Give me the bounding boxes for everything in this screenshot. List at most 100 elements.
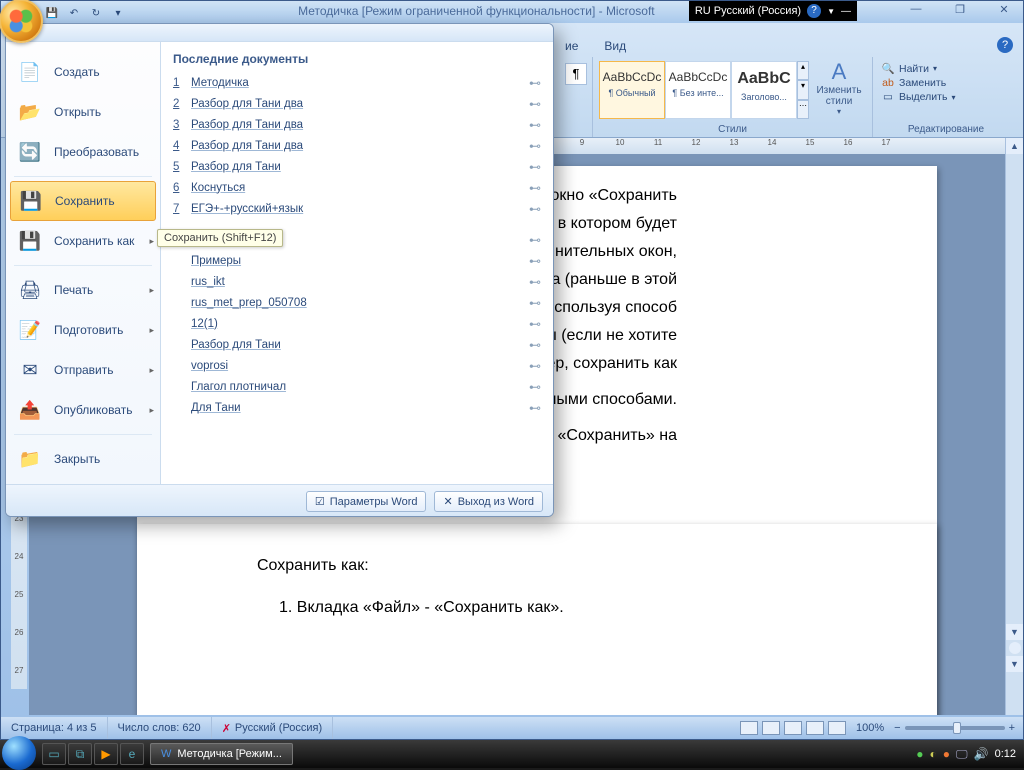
styles-gallery[interactable]: AaBbCcDc ¶ Обычный AaBbCcDc ¶ Без инте..… <box>599 61 809 119</box>
tray-icon[interactable]: ◐ <box>930 747 937 761</box>
tray-clock[interactable]: 0:12 <box>995 748 1016 760</box>
change-styles-button[interactable]: A Изменить стили ▾ <box>815 57 863 116</box>
zoom-in-button[interactable]: + <box>1009 722 1015 734</box>
taskbar-word-button[interactable]: W Методичка [Режим... <box>150 743 293 765</box>
style-no-spacing[interactable]: AaBbCcDc ¶ Без инте... <box>665 61 731 119</box>
menu-prepare[interactable]: 📝Подготовить▸ <box>6 310 160 350</box>
menu-close[interactable]: 📁Закрыть <box>6 439 160 479</box>
ql-media-icon[interactable]: ▶ <box>94 743 118 765</box>
pin-icon[interactable]: ⊷ <box>529 380 541 394</box>
tab-view[interactable]: Вид <box>600 37 630 55</box>
close-button[interactable]: ✕ <box>991 3 1017 16</box>
recent-item[interactable]: rus_ikt⊷ <box>173 271 541 292</box>
recent-item[interactable]: 5Разбор для Тани⊷ <box>173 156 541 177</box>
menu-print[interactable]: 🖨Печать▸ <box>6 270 160 310</box>
zoom-level[interactable]: 100% <box>856 722 884 734</box>
pin-icon[interactable]: ⊷ <box>529 359 541 373</box>
status-language[interactable]: ✗Русский (Россия) <box>212 717 334 739</box>
view-outline[interactable] <box>806 721 824 735</box>
styles-more[interactable]: ▴▾⋯ <box>797 61 809 119</box>
pin-icon[interactable]: ⊷ <box>529 97 541 111</box>
langbar-help-icon[interactable]: ? <box>807 4 821 18</box>
pin-icon[interactable]: ⊷ <box>529 254 541 268</box>
menu-open[interactable]: 📂Открыть <box>6 92 160 132</box>
recent-item[interactable]: 3Разбор для Тани два⊷ <box>173 114 541 135</box>
status-words[interactable]: Число слов: 620 <box>108 717 212 739</box>
office-button[interactable] <box>0 0 43 43</box>
pin-icon[interactable]: ⊷ <box>529 338 541 352</box>
view-print-layout[interactable] <box>740 721 758 735</box>
ql-ie-icon[interactable]: e <box>120 743 144 765</box>
pin-icon[interactable]: ⊷ <box>529 118 541 132</box>
browse-object-icon[interactable] <box>1009 642 1021 654</box>
qat-undo-icon[interactable]: ↶ <box>65 5 83 21</box>
recent-item[interactable]: 7ЕГЭ+-+русский+язык⊷ <box>173 198 541 219</box>
recent-item[interactable]: Разбор для Тани⊷ <box>173 334 541 355</box>
pin-icon[interactable]: ⊷ <box>529 401 541 415</box>
menu-save-as[interactable]: 💾Сохранить как▸ <box>6 221 160 261</box>
find-icon: 🔍 <box>881 62 895 75</box>
language-bar[interactable]: RU Русский (Россия) ? ▼ — <box>689 1 857 21</box>
ql-switch-icon[interactable]: ⧉ <box>68 743 92 765</box>
ql-desktop-icon[interactable]: ▭ <box>42 743 66 765</box>
zoom-out-button[interactable]: − <box>894 722 900 734</box>
menu-save[interactable]: 💾Сохранить <box>10 181 156 221</box>
word-options-button[interactable]: ☑Параметры Word <box>306 491 427 512</box>
menu-new[interactable]: 📄Создать <box>6 52 160 92</box>
pin-icon[interactable]: ⊷ <box>529 160 541 174</box>
qat-save-icon[interactable]: 💾 <box>43 5 61 21</box>
recent-item[interactable]: Для Тани⊷ <box>173 397 541 418</box>
maximize-button[interactable]: ❐ <box>947 3 973 16</box>
pin-icon[interactable]: ⊷ <box>529 181 541 195</box>
replace-button[interactable]: abЗаменить <box>881 76 1011 90</box>
select-button[interactable]: ▭Выделить▾ <box>881 90 1011 104</box>
pin-icon[interactable]: ⊷ <box>529 317 541 331</box>
next-page-icon[interactable]: ▼ <box>1006 656 1023 672</box>
qat-customize-icon[interactable]: ▾ <box>109 5 127 21</box>
pin-icon[interactable]: ⊷ <box>529 76 541 90</box>
ribbon-help-icon[interactable]: ? <box>997 37 1013 53</box>
tray-volume-icon[interactable]: 🔊 <box>974 747 989 761</box>
qat-redo-icon[interactable]: ↻ <box>87 5 105 21</box>
recent-item[interactable]: 2Разбор для Тани два⊷ <box>173 93 541 114</box>
recent-item[interactable]: voprosi⊷ <box>173 355 541 376</box>
langbar-dropdown-icon[interactable]: ▼ <box>827 7 835 16</box>
recent-item[interactable]: 4Разбор для Тани два⊷ <box>173 135 541 156</box>
recent-item[interactable]: 6Коснуться⊷ <box>173 177 541 198</box>
style-normal[interactable]: AaBbCcDc ¶ Обычный <box>599 61 665 119</box>
minimize-button[interactable]: — <box>903 3 929 16</box>
pin-icon[interactable]: ⊷ <box>529 233 541 247</box>
pin-icon[interactable]: ⊷ <box>529 139 541 153</box>
tab-partial[interactable]: ие <box>561 37 582 55</box>
pin-icon[interactable]: ⊷ <box>529 275 541 289</box>
menu-convert[interactable]: 🔄Преобразовать <box>6 132 160 172</box>
style-heading[interactable]: AaBbC Заголово... <box>731 61 797 119</box>
recent-item[interactable]: Примеры⊷ <box>173 250 541 271</box>
view-web[interactable] <box>784 721 802 735</box>
recent-header: Последние документы <box>173 52 541 66</box>
recent-item[interactable]: 12(1)⊷ <box>173 313 541 334</box>
scroll-down-icon[interactable]: ▼ <box>1006 624 1023 640</box>
view-draft[interactable] <box>828 721 846 735</box>
langbar-min-icon[interactable]: — <box>841 6 851 17</box>
document-page-2[interactable]: Сохранить как: 1. Вкладка «Файл» - «Сохр… <box>137 524 937 715</box>
pin-icon[interactable]: ⊷ <box>529 202 541 216</box>
pin-icon[interactable]: ⊷ <box>529 296 541 310</box>
exit-word-button[interactable]: ✕Выход из Word <box>434 491 543 512</box>
zoom-slider[interactable] <box>905 726 1005 730</box>
view-full-screen[interactable] <box>762 721 780 735</box>
recent-item[interactable]: Глагол плотничал⊷ <box>173 376 541 397</box>
tray-icon[interactable]: ● <box>943 747 950 761</box>
menu-publish[interactable]: 📤Опубликовать▸ <box>6 390 160 430</box>
recent-item[interactable]: 1Методичка⊷ <box>173 72 541 93</box>
start-button[interactable] <box>0 740 38 768</box>
tray-network-icon[interactable]: 🖵 <box>956 747 968 762</box>
recent-item[interactable]: rus_met_prep_050708⊷ <box>173 292 541 313</box>
show-marks-button[interactable]: ¶ <box>565 63 587 85</box>
find-button[interactable]: 🔍Найти▾ <box>881 61 1011 76</box>
scroll-up-icon[interactable]: ▲ <box>1006 138 1023 154</box>
system-tray: ● ◐ ● 🖵 🔊 0:12 <box>916 747 1024 762</box>
tray-icon[interactable]: ● <box>916 747 923 761</box>
vertical-scrollbar[interactable]: ▲ ▼ ▼ <box>1005 138 1023 715</box>
menu-send[interactable]: ✉Отправить▸ <box>6 350 160 390</box>
